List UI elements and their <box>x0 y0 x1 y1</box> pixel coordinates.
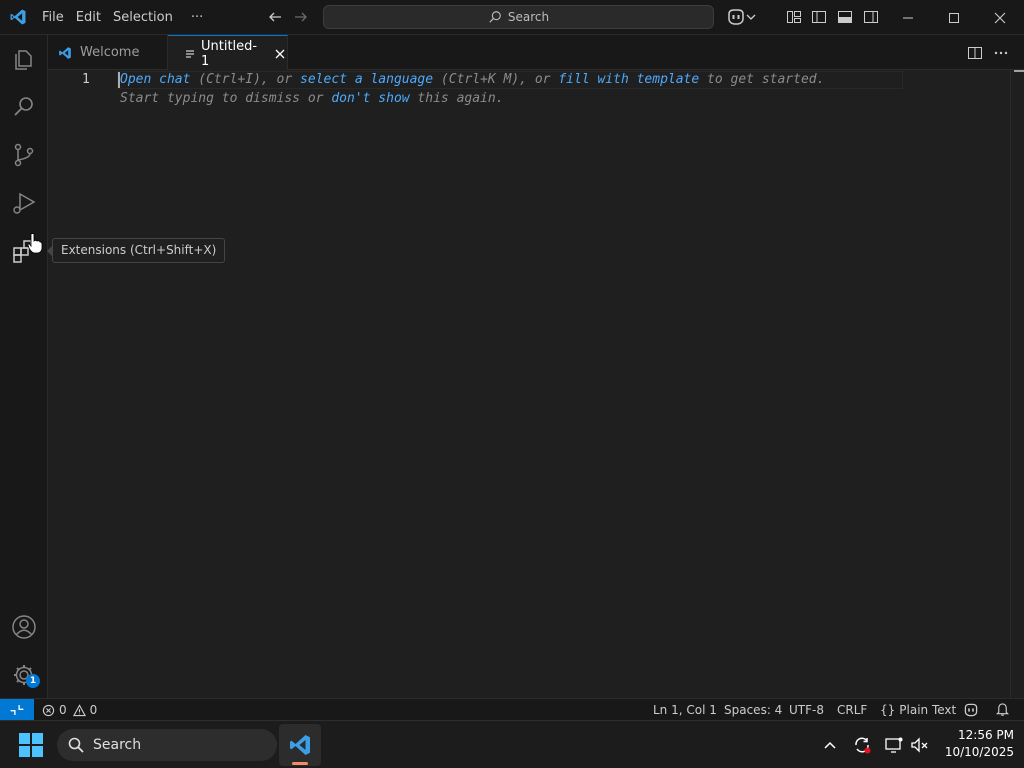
close-window-button[interactable] <box>977 0 1023 35</box>
split-editor-icon[interactable] <box>966 44 984 62</box>
customize-layout-icon[interactable] <box>785 8 803 26</box>
close-tab-icon[interactable] <box>273 47 287 61</box>
remote-indicator-button[interactable] <box>0 699 34 721</box>
braces-icon: {} <box>880 703 896 717</box>
mouse-pointer-hand-icon <box>27 233 43 254</box>
run-and-debug-icon[interactable] <box>10 189 38 217</box>
hint-text: (Ctrl+K M), or <box>433 72 559 87</box>
clock-date: 10/10/2025 <box>944 745 1014 759</box>
sync-icon[interactable] <box>852 735 872 755</box>
warning-icon <box>72 703 86 716</box>
editor-hint-line-2: Start typing to dismiss or don't show th… <box>120 90 504 108</box>
error-icon <box>42 704 55 716</box>
explorer-icon[interactable] <box>10 45 38 73</box>
search-icon[interactable] <box>10 93 38 121</box>
activity-bar: 1 <box>0 35 48 698</box>
taskbar-search-box[interactable]: Search <box>57 729 277 761</box>
language-label: Plain Text <box>899 703 957 717</box>
language-mode-status[interactable]: {} Plain Text <box>880 699 956 721</box>
eol-status[interactable]: CRLF <box>837 699 867 721</box>
problems-status[interactable]: 0 0 <box>42 699 97 721</box>
select-language-link[interactable]: select a language <box>300 72 433 87</box>
hint-text: Start typing to dismiss or <box>120 91 332 106</box>
menu-more[interactable]: ··· <box>179 0 209 35</box>
copilot-icon[interactable] <box>726 8 746 26</box>
menu-selection[interactable]: Selection <box>107 0 179 35</box>
source-control-icon[interactable] <box>10 141 38 169</box>
cursor-position-status[interactable]: Ln 1, Col 1 <box>653 699 717 721</box>
taskbar-vscode-app[interactable] <box>279 724 321 766</box>
settings-badge: 1 <box>26 674 40 688</box>
editor-tab-bar: Welcome Untitled-1 <box>48 35 1024 71</box>
dont-show-link[interactable]: don't show <box>331 91 409 106</box>
toggle-primary-sidebar-icon[interactable] <box>810 8 828 26</box>
tab-untitled-1[interactable]: Untitled-1 <box>168 35 288 71</box>
open-chat-link[interactable]: Open chat <box>120 72 190 87</box>
more-actions-icon[interactable] <box>992 44 1010 62</box>
encoding-status[interactable]: UTF-8 <box>789 699 824 721</box>
vscode-logo-icon <box>59 46 71 59</box>
hint-text: (Ctrl+I), or <box>190 72 301 87</box>
tab-welcome[interactable]: Welcome <box>48 35 168 70</box>
volume-muted-icon[interactable] <box>910 735 930 755</box>
command-center-label: Search <box>507 10 550 24</box>
text-file-icon <box>186 49 194 58</box>
taskbar-search-label: Search <box>93 737 142 753</box>
toggle-secondary-sidebar-icon[interactable] <box>862 8 880 26</box>
command-center-search[interactable]: Search <box>323 5 714 29</box>
search-icon <box>489 11 501 23</box>
active-app-indicator <box>292 762 308 765</box>
copilot-chevron-down-icon[interactable] <box>745 8 757 26</box>
maximize-button[interactable] <box>931 0 977 35</box>
indentation-status[interactable]: Spaces: 4 <box>724 699 782 721</box>
editor-hint-line-1: Open chat (Ctrl+I), or select a language… <box>120 71 824 89</box>
warning-count: 0 <box>89 703 98 717</box>
menu-edit[interactable]: Edit <box>70 0 107 35</box>
close-icon <box>994 12 1006 23</box>
hint-text: this again. <box>409 91 504 106</box>
menu-file[interactable]: File <box>36 0 70 35</box>
taskbar-clock[interactable]: 12:56 PM 10/10/2025 <box>936 727 1014 761</box>
forward-arrow-icon[interactable] <box>293 9 309 25</box>
vscode-logo-icon <box>10 9 26 25</box>
search-icon <box>68 737 84 753</box>
title-bar: File Edit Selection ··· Search <box>0 0 1024 35</box>
tab-welcome-label: Welcome <box>80 45 140 60</box>
back-arrow-icon[interactable] <box>267 9 283 25</box>
show-hidden-icons-chevron-up-icon[interactable] <box>820 735 840 755</box>
minimize-button[interactable] <box>885 0 931 35</box>
display-icon[interactable] <box>884 735 904 755</box>
error-count: 0 <box>59 703 67 717</box>
hint-text: to get started. <box>699 72 825 87</box>
notifications-bell-icon[interactable] <box>995 702 1010 717</box>
extensions-tooltip: Extensions (Ctrl+Shift+X) <box>52 238 226 263</box>
remote-icon <box>10 705 24 715</box>
status-bar: 0 0 Ln 1, Col 1 Spaces: 4 UTF-8 CRLF {} … <box>0 698 1024 721</box>
cursor-position-marker <box>1014 70 1024 72</box>
overview-ruler[interactable] <box>1010 70 1024 698</box>
editor-area[interactable]: 1 Open chat (Ctrl+I), or select a langua… <box>48 70 1024 698</box>
accounts-icon[interactable] <box>10 613 38 641</box>
tab-untitled-label: Untitled-1 <box>201 38 258 69</box>
windows-start-icon[interactable] <box>19 733 43 757</box>
copilot-status-icon[interactable] <box>963 702 979 718</box>
vscode-logo-icon <box>290 735 310 755</box>
maximize-icon <box>949 12 959 23</box>
menu-bar: File Edit Selection ··· <box>36 0 209 35</box>
toggle-panel-icon[interactable] <box>836 8 854 26</box>
fill-with-template-link[interactable]: fill with template <box>558 72 699 87</box>
windows-taskbar: Search 12:56 PM 10/10/2025 <box>0 720 1024 768</box>
minimize-icon <box>903 17 913 18</box>
line-number: 1 <box>82 72 90 87</box>
clock-time: 12:56 PM <box>958 728 1014 742</box>
